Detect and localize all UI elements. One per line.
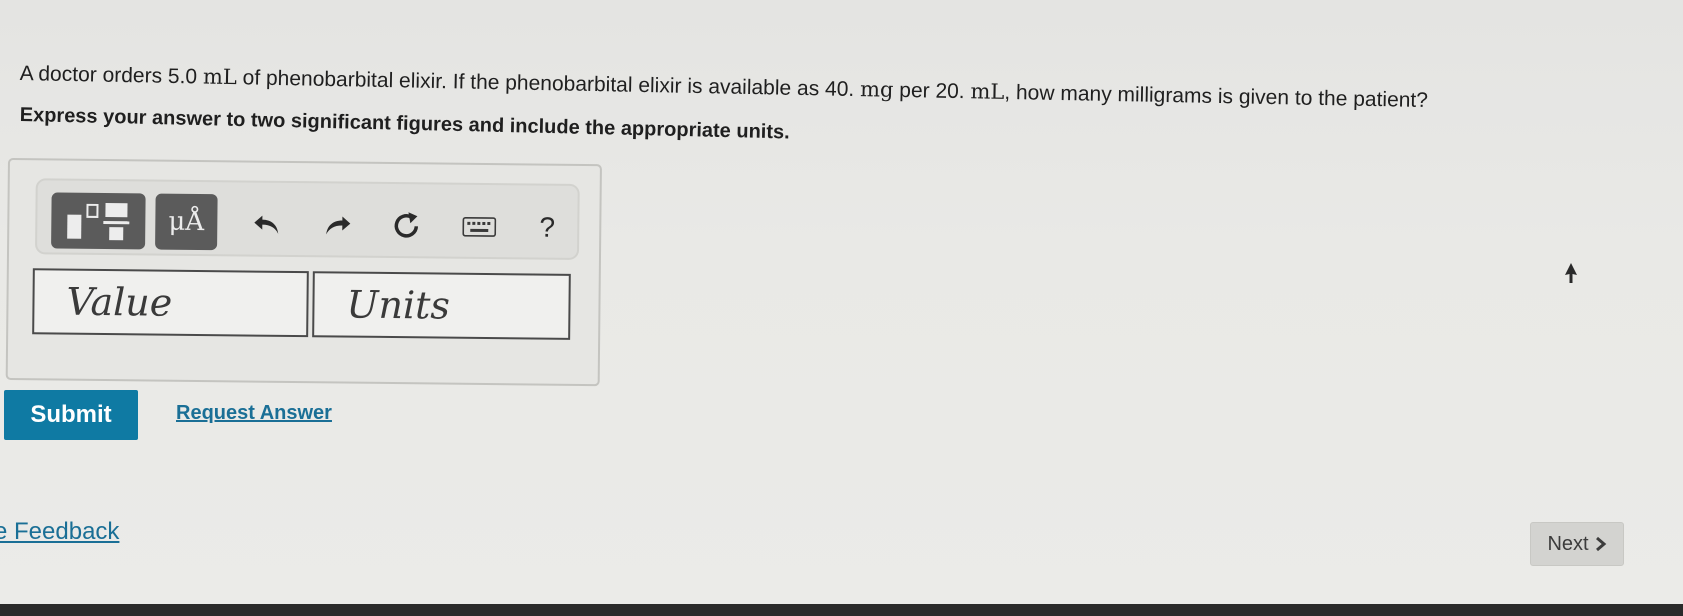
templates-button[interactable]: [51, 192, 146, 250]
redo-button[interactable]: [317, 205, 357, 245]
value-placeholder: Value: [66, 279, 173, 325]
question-part-3: per 20.: [893, 78, 971, 104]
undo-icon: [254, 215, 279, 234]
templates-icon: [67, 203, 130, 241]
answer-instruction: Express your answer to two significant f…: [19, 104, 790, 144]
mouse-cursor-icon: [1565, 263, 1577, 283]
keyboard-icon: [462, 216, 497, 237]
keyboard-button[interactable]: [459, 207, 499, 247]
next-label: Next: [1547, 532, 1589, 555]
reset-button[interactable]: [387, 206, 427, 246]
units-input[interactable]: Units: [312, 271, 571, 340]
question-part-2: of phenobarbital elixir. If the phenobar…: [236, 66, 861, 102]
request-answer-link[interactable]: Request Answer: [176, 402, 332, 425]
chevron-right-icon: [1595, 536, 1606, 552]
value-input[interactable]: Value: [32, 268, 309, 338]
undo-button[interactable]: [247, 205, 287, 245]
submit-button[interactable]: Submit: [4, 390, 138, 440]
units-label: μÅ: [168, 206, 205, 238]
answer-panel: μÅ ? Value Units: [5, 158, 602, 387]
question-unit-2: mg: [859, 77, 894, 102]
math-toolbar: μÅ ?: [34, 178, 580, 260]
feedback-link[interactable]: e Feedback: [0, 518, 119, 546]
next-button[interactable]: Next: [1530, 522, 1624, 566]
screen-bottom-edge: [0, 604, 1683, 616]
units-button[interactable]: μÅ: [155, 193, 218, 251]
question-text: A doctor orders 5.0 mL of phenobarbital …: [19, 58, 1428, 116]
units-placeholder: Units: [346, 282, 451, 328]
reset-icon: [394, 212, 419, 238]
redo-icon: [326, 216, 351, 235]
question-part-4: , how many milligrams is given to the pa…: [1004, 80, 1429, 113]
question-part-1: A doctor orders 5.0: [19, 61, 204, 89]
question-unit-3: mL: [970, 79, 1005, 104]
question-unit-1: mL: [202, 64, 238, 90]
help-button[interactable]: ?: [527, 207, 567, 247]
help-label: ?: [539, 211, 556, 243]
